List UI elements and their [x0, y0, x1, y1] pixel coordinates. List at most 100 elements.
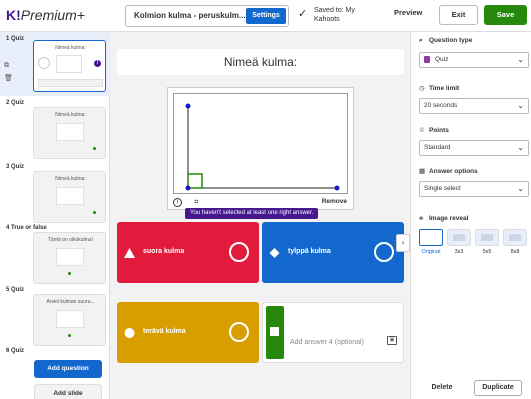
answer-1-correct-toggle[interactable]	[229, 242, 249, 262]
thumb-image	[56, 310, 84, 328]
reveal-label: 5x5	[482, 249, 492, 255]
slide-thumb-title: Arvioi kulman suuru...	[46, 299, 95, 305]
question-type-icon: ⌕	[419, 37, 423, 44]
image-reveal-label: ⟡ Image reveal	[419, 215, 469, 222]
answer-3-correct-toggle[interactable]	[229, 322, 249, 342]
points-select[interactable]: Standard ⌄	[419, 140, 529, 156]
slide-thumb-title: Tämä on oikokulma!	[47, 237, 94, 243]
media-toolbar: i ⌗ Remove	[168, 195, 353, 209]
correct-indicator	[93, 147, 96, 150]
slide-label: 5 Quiz	[6, 287, 25, 293]
slide-thumbnail[interactable]: Nimeä kulma:	[33, 107, 106, 159]
reveal-5x5[interactable]	[475, 229, 499, 246]
diamond-icon	[269, 248, 280, 258]
thumb-image	[56, 187, 84, 205]
time-limit-select[interactable]: 20 seconds ⌄	[419, 98, 529, 114]
duplicate-slide-icon[interactable]: ⧉	[4, 62, 9, 70]
slide-label: 1 Quiz	[6, 36, 25, 42]
grid-icon	[509, 234, 521, 241]
thumb-image	[56, 248, 84, 266]
reveal-8x8[interactable]	[503, 229, 527, 246]
answer-2-correct-toggle[interactable]	[374, 242, 394, 262]
slide-thumb-title: Nimeä kulma:	[55, 112, 86, 118]
answer-options-select[interactable]: Single select ⌄	[419, 181, 529, 197]
warning-icon: !	[94, 60, 101, 67]
grid-icon	[481, 234, 493, 241]
slide-item-3[interactable]: 3 Quiz Nimeä kulma:	[0, 160, 110, 223]
check-icon: ✓	[298, 8, 308, 20]
answer-4[interactable]: Add answer 4 (optional) ▣	[262, 302, 404, 363]
correct-indicator	[93, 211, 96, 214]
add-question-button[interactable]: Add question	[34, 360, 102, 378]
timer-icon	[38, 57, 50, 69]
top-bar: K!Premium+ Kolmion kulma - peruskulm... …	[0, 0, 531, 32]
slide-item-2[interactable]: 2 Quiz Nimeä kulma:	[0, 96, 110, 160]
exit-button[interactable]: Exit	[439, 5, 478, 25]
answer-2-text[interactable]: tylppä kulma	[288, 248, 331, 255]
collapse-panel-button[interactable]: ›	[396, 234, 410, 252]
remove-image-button[interactable]: Remove	[322, 198, 347, 205]
crop-icon[interactable]: ⌗	[194, 197, 199, 207]
square-icon	[270, 327, 279, 336]
slide-label: 2 Quiz	[6, 100, 25, 106]
answer-1[interactable]: suora kulma	[117, 222, 259, 283]
triangle-icon	[124, 248, 135, 258]
settings-button[interactable]: Settings	[246, 8, 286, 24]
duplicate-button[interactable]: Duplicate	[474, 380, 522, 396]
reveal-label: Original	[421, 249, 441, 255]
thumb-answers	[38, 79, 103, 87]
answer-2[interactable]: tylppä kulma	[262, 222, 404, 283]
correct-indicator	[68, 272, 71, 275]
delete-slide-icon[interactable]: 🗑	[4, 74, 13, 82]
time-limit-label: ◷ Time limit	[419, 85, 460, 92]
thumb-image	[56, 123, 84, 141]
add-slide-button[interactable]: Add slide	[34, 384, 102, 399]
answer-options-label: ▦ Answer options	[419, 168, 478, 175]
reveal-original[interactable]	[419, 229, 443, 246]
reveal-label: 8x8	[510, 249, 520, 255]
slide-item-5[interactable]: 5 Quiz Arvioi kulman suuru...	[0, 284, 110, 346]
chevron-down-icon: ⌄	[517, 55, 524, 64]
trophy-icon: ♕	[419, 127, 425, 134]
circle-icon	[124, 328, 135, 338]
question-title-input[interactable]: Nimeä kulma:	[117, 49, 404, 75]
slide-item-4[interactable]: 4 True or false Tämä on oikokulma!	[0, 222, 110, 284]
clock-icon: ◷	[419, 85, 425, 92]
answer-1-text[interactable]: suora kulma	[143, 248, 184, 255]
thumb-image	[56, 55, 82, 73]
saved-text: Saved to: My Kahoots	[314, 7, 355, 23]
add-image-icon[interactable]: ▣	[387, 336, 397, 345]
reveal-3x3[interactable]	[447, 229, 471, 246]
slide-thumbnail[interactable]: Arvioi kulman suuru...	[33, 294, 106, 346]
chevron-down-icon: ⌄	[517, 101, 524, 110]
slide-item-6[interactable]: 6 Quiz	[0, 346, 110, 358]
answer-3-text[interactable]: terävä kulma	[143, 328, 186, 335]
info-icon[interactable]: i	[173, 198, 182, 207]
save-button[interactable]: Save	[484, 5, 527, 25]
answer-3[interactable]: terävä kulma	[117, 302, 259, 363]
answer-4-color-bar	[266, 306, 284, 359]
delete-button[interactable]: Delete	[420, 380, 464, 396]
slide-thumb-title: Nimeä kulma:	[55, 176, 86, 182]
kahoot-logo[interactable]: K!Premium+	[6, 7, 85, 23]
chevron-down-icon: ⌄	[517, 143, 524, 152]
slide-thumbnail[interactable]: Tämä on oikokulma!	[33, 232, 106, 284]
slide-label: 3 Quiz	[6, 164, 25, 170]
answer-4-input[interactable]: Add answer 4 (optional)	[290, 339, 364, 346]
slide-label: 4 True or false	[6, 225, 47, 231]
question-image	[173, 93, 348, 194]
grid-icon	[453, 234, 465, 241]
preview-button[interactable]: Preview	[394, 8, 422, 17]
quiz-icon	[424, 55, 430, 63]
slide-thumbnail[interactable]: Nimeä kulma:	[33, 171, 106, 223]
question-type-select[interactable]: Quiz ⌄	[419, 52, 529, 68]
media-container: i ⌗ Remove	[167, 87, 354, 210]
question-type-label: ⌕ Question type	[419, 37, 473, 44]
slide-thumb-title: Nimeä kulma:	[55, 45, 86, 51]
slide-item-1[interactable]: 1 Quiz ⧉ 🗑 Nimeä kulma: !	[0, 32, 110, 96]
chevron-down-icon: ⌄	[517, 184, 524, 193]
validation-tooltip: You haven't selected at least one right …	[185, 208, 319, 219]
kahoot-title-field[interactable]: Kolmion kulma - peruskulm... Settings	[125, 5, 289, 27]
grid-icon: ▦	[419, 168, 426, 175]
reveal-icon: ⟡	[419, 215, 424, 222]
